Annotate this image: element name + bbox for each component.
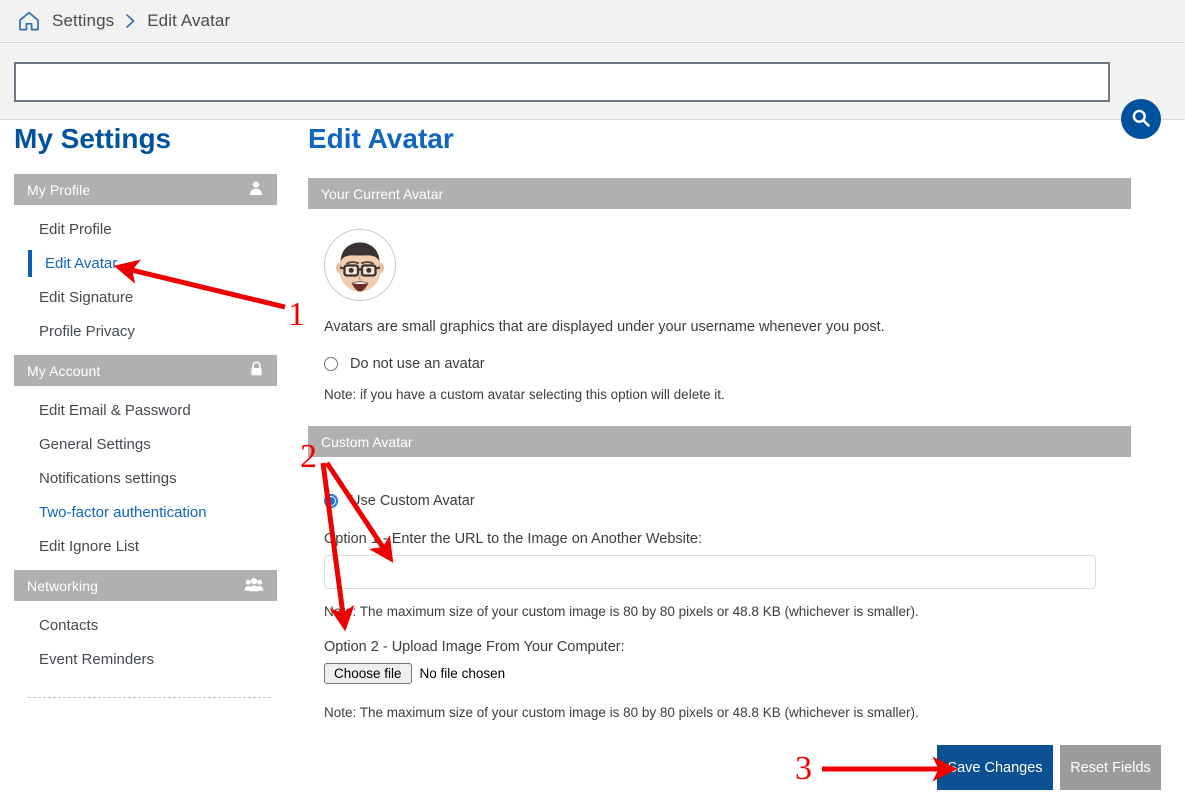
sidebar-title: My Settings [14, 123, 172, 154]
radio-no-avatar[interactable] [324, 357, 338, 371]
radio-label-use-custom-avatar: Use Custom Avatar [350, 493, 475, 509]
sidebar-item-contacts[interactable]: Contacts [14, 609, 277, 643]
annotation-marker-1: 1 [288, 296, 305, 333]
sidebar-group-label: My Account [27, 362, 101, 379]
person-icon [248, 180, 264, 199]
sidebar-item-profile-privacy[interactable]: Profile Privacy [14, 315, 277, 349]
form-actions: Save Changes Reset Fields [937, 745, 1161, 790]
chevron-right-icon [125, 13, 136, 29]
search-input[interactable] [14, 62, 1110, 102]
panel-body-custom-avatar: Use Custom Avatar Option 1 - Enter the U… [308, 457, 1168, 722]
avatar [324, 229, 396, 301]
main-content: Edit Avatar Your Current Avatar Avatars … [308, 122, 1168, 722]
sidebar-item-general-settings[interactable]: General Settings [14, 428, 277, 462]
sidebar-item-edit-profile[interactable]: Edit Profile [14, 213, 277, 247]
save-changes-button[interactable]: Save Changes [937, 745, 1053, 790]
sidebar-group-label: My Profile [27, 181, 91, 198]
file-upload-row: Choose file No file chosen [324, 663, 1168, 684]
radio-label-no-avatar: Do not use an avatar [350, 356, 485, 372]
sidebar-item-two-factor-authentication[interactable]: Two-factor authentication [14, 496, 277, 530]
choose-file-button[interactable]: Choose file [324, 663, 412, 684]
sidebar-item-notifications-settings[interactable]: Notifications settings [14, 462, 277, 496]
sidebar-links-my-account: Edit Email & Password General Settings N… [14, 386, 277, 570]
annotation-marker-2: 2 [300, 438, 317, 475]
annotation-marker-3: 3 [795, 750, 812, 787]
sidebar-divider [28, 697, 271, 698]
sidebar-group-label: Networking [27, 577, 99, 594]
sidebar-item-edit-signature[interactable]: Edit Signature [14, 281, 277, 315]
page-title: Edit Avatar [308, 123, 454, 154]
option1-label: Option 1 - Enter the URL to the Image on… [324, 531, 703, 547]
file-status-text: No file chosen [419, 666, 506, 681]
no-avatar-note: Note: if you have a custom avatar select… [324, 387, 725, 402]
sidebar: My Settings My Profile Edit Profile Edit… [14, 122, 277, 698]
breadcrumb-item-settings[interactable]: Settings [52, 11, 114, 31]
lock-icon [249, 361, 264, 380]
avatar-url-input[interactable] [324, 555, 1096, 589]
radio-row-use-custom-avatar[interactable]: Use Custom Avatar [324, 493, 1168, 509]
avatar-description: Avatars are small graphics that are disp… [324, 319, 885, 335]
sidebar-links-networking: Contacts Event Reminders [14, 601, 277, 683]
sidebar-item-edit-avatar[interactable]: Edit Avatar [14, 247, 277, 281]
panel-header-custom-avatar: Custom Avatar [308, 426, 1131, 457]
sidebar-group-my-account: My Account [14, 355, 277, 386]
sidebar-item-edit-email-password[interactable]: Edit Email & Password [14, 394, 277, 428]
sidebar-item-event-reminders[interactable]: Event Reminders [14, 643, 277, 677]
reset-fields-button[interactable]: Reset Fields [1060, 745, 1161, 790]
radio-use-custom-avatar[interactable] [324, 494, 338, 508]
sidebar-group-my-profile: My Profile [14, 174, 277, 205]
page-root: Settings Edit Avatar My Settings My Prof… [0, 0, 1185, 800]
radio-row-no-avatar[interactable]: Do not use an avatar [324, 356, 1168, 372]
home-icon[interactable] [17, 9, 52, 33]
breadcrumb-item-edit-avatar: Edit Avatar [147, 11, 231, 30]
option2-note: Note: The maximum size of your custom im… [324, 705, 919, 720]
people-icon [244, 577, 264, 595]
option1-note: Note: The maximum size of your custom im… [324, 604, 919, 619]
sidebar-item-edit-ignore-list[interactable]: Edit Ignore List [14, 530, 277, 564]
panel-body-current-avatar: Avatars are small graphics that are disp… [308, 209, 1168, 404]
option2-label: Option 2 - Upload Image From Your Comput… [324, 639, 625, 655]
sidebar-links-my-profile: Edit Profile Edit Avatar Edit Signature … [14, 205, 277, 355]
breadcrumb: Settings Edit Avatar [0, 0, 1185, 43]
panel-header-current-avatar: Your Current Avatar [308, 178, 1131, 209]
sidebar-group-networking: Networking [14, 570, 277, 601]
search-bar [0, 44, 1185, 139]
